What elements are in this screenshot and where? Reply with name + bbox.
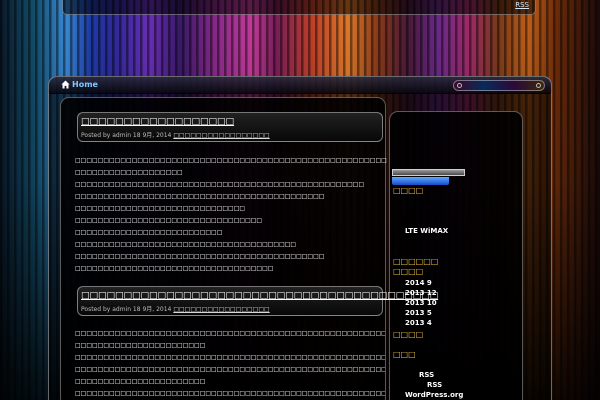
- post-meta: Posted by admin 18 9月, 2014 □□□□□□□□□□□□…: [81, 130, 382, 139]
- search-box[interactable]: [453, 80, 545, 91]
- widget-title: □□□□: [393, 330, 424, 339]
- post-line: □□□□□□□□□□□□□□□□□□□□□□□□□□□□□□□□□□□□□□□□…: [75, 390, 385, 397]
- widget-title: □□□□□□: [393, 257, 439, 266]
- top-bar: RSS: [62, 0, 536, 15]
- archive-link[interactable]: 2013 12: [405, 289, 437, 297]
- post-line: □□□□□□□□□□□□□□□□□□□□□□□□□□□□□□□□□□□□□□□□…: [75, 193, 325, 200]
- rss-entries-link[interactable]: RSS: [419, 371, 434, 379]
- rss-link-top[interactable]: RSS: [515, 1, 529, 9]
- post-line: □□□□□□□□□□□□□□□□□□□□□□□□□□□□□□□□□□□□□□□□…: [75, 366, 385, 373]
- post-line: □□□□□□□□□□□□□□□□□□□□□□□□□□□□□□□□□□□□□□□: [75, 241, 297, 248]
- post-line: □□□□□□□□□□□□□□□□□□□□□□□□□□□□□□□□□: [75, 217, 263, 224]
- search-icon: [457, 83, 462, 88]
- post-category-link[interactable]: □□□□□□□□□□□□□□□□□: [173, 132, 269, 139]
- post-body: □□□□□□□□□□□□□□□□□□□□□□□ □□□□□□□□□□□□□□□□□…: [75, 330, 385, 400]
- post-meta-text: Posted by admin 18 9月, 2014: [81, 306, 172, 313]
- home-icon: [61, 80, 70, 89]
- post-line: □□□□□□□□□□□□□□□□□□□□□□□□□□: [75, 229, 223, 236]
- archive-link[interactable]: 2013 5: [405, 309, 432, 317]
- rss-comments-link[interactable]: RSS: [427, 381, 442, 389]
- post-line: □□□□□□□□□□□□□□□□□□□□□□□□□□□□□□□□□□□□□□□□…: [75, 157, 387, 164]
- post-line: □□□□□□□□□□□□□□□□□□□□□□□□□□□□□□□□□□□□□□□□…: [75, 253, 325, 260]
- meta-title: □□□: [393, 350, 416, 359]
- archive-link[interactable]: 2013 10: [405, 299, 437, 307]
- post-line: □□□□□□□□□□□□□□□□□□□□□□□□□□□□□□□□□□□□□□□□…: [75, 330, 385, 337]
- post-header: □□□□□□□□□□□□□□□□□□□□□□□□□□□□□□□□□□□□□□□□…: [77, 286, 438, 316]
- home-label: Home: [72, 80, 98, 89]
- archive-link[interactable]: 2014 9: [405, 279, 432, 287]
- sidebar-search-field[interactable]: [392, 169, 465, 176]
- wordpress-link[interactable]: WordPress.org: [405, 391, 463, 399]
- post-title-link[interactable]: □□□□□□□□□□□□□□□□□□□□□□□□□□□□□□□□□□□□□□□□…: [81, 291, 438, 301]
- post-line: □□□□□□□□□□□□□□□□□□□: [75, 169, 183, 176]
- search-submit-icon[interactable]: [536, 83, 541, 88]
- post-line: □□□□□□□□□□□□□□□□□□□□□□□□□□□□□□□□□□□□□□□□…: [75, 354, 385, 361]
- widget-title: □□□□: [393, 186, 424, 195]
- post-line: □□□□□□□□□□□□□□□□□□□□□□□□□□□□□□□□□□□: [75, 265, 274, 272]
- sidebar-search-button[interactable]: [392, 177, 449, 185]
- lte-wimax-link[interactable]: LTE WiMAX: [405, 227, 448, 235]
- post-meta: Posted by admin 18 9月, 2014 □□□□□□□□□□□□…: [81, 304, 382, 313]
- post-header: □□□□□□□□□□□□□□□□□□ Posted by admin 18 9月…: [77, 112, 383, 142]
- post-category-link[interactable]: □□□□□□□□□□□□□□□□□: [173, 306, 269, 313]
- post-line: □□□□□□□□□□□□□□□□□□□□□□□□□□□□□□□□□□□□□□□□…: [75, 181, 365, 188]
- post-meta-text: Posted by admin 18 9月, 2014: [81, 132, 172, 139]
- post-title-link[interactable]: □□□□□□□□□□□□□□□□□□: [81, 117, 382, 127]
- nav-bar: Home: [48, 76, 552, 94]
- post-line: □□□□□□□□□□□□□□□□□□□□□□□: [75, 378, 206, 385]
- archive-link[interactable]: 2013 4: [405, 319, 432, 327]
- post-line: □□□□□□□□□□□□□□□□□□□□□□□□□□□□□□: [75, 205, 246, 212]
- nav-home-link[interactable]: Home: [61, 80, 98, 89]
- archives-title: □□□□: [393, 267, 424, 276]
- post-body: □□□□□□□□□□□□□□□□□□□□□□□□□□□□□□□□□□□□□□□□…: [75, 157, 387, 277]
- post-line: □□□□□□□□□□□□□□□□□□□□□□□: [75, 342, 206, 349]
